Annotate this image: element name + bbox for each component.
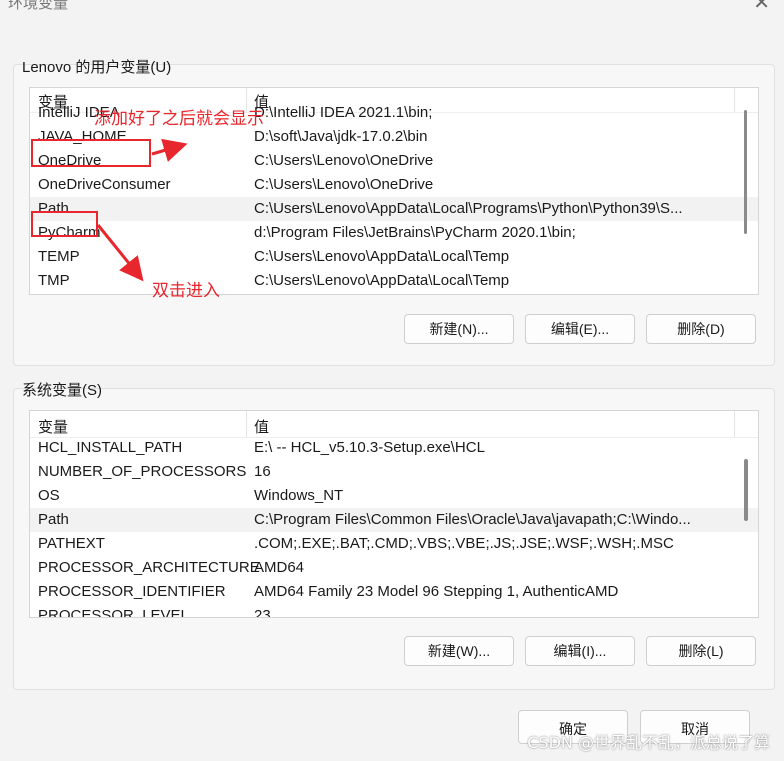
- table-row-selected[interactable]: Path C:\Users\Lenovo\AppData\Local\Progra…: [30, 197, 758, 221]
- table-row[interactable]: TMP C:\Users\Lenovo\AppData\Local\Temp: [30, 269, 758, 293]
- highlight-box-java-home: [31, 139, 151, 167]
- table-row[interactable]: NUMBER_OF_PROCESSORS 16: [30, 460, 758, 484]
- table-row[interactable]: OneDriveConsumer C:\Users\Lenovo\OneDrive: [30, 173, 758, 197]
- list-header: 变量 值: [30, 411, 758, 438]
- column-header-variable[interactable]: 变量: [38, 416, 68, 437]
- watermark-text: CSDN @世界乱不乱，派总说了算: [527, 733, 770, 752]
- table-row-selected[interactable]: Path C:\Program Files\Common Files\Oracle…: [30, 508, 758, 532]
- highlight-box-path: [31, 211, 98, 237]
- table-row[interactable]: HCL_INSTALL_PATH E:\ -- HCL_v5.10.3-Setup…: [30, 436, 758, 460]
- table-row[interactable]: PyCharm d:\Program Files\JetBrains\PyChar…: [30, 221, 758, 245]
- table-row[interactable]: PROCESSOR_IDENTIFIER AMD64 Family 23 Mode…: [30, 580, 758, 604]
- annotation-double-click-note: 双击进入: [152, 281, 220, 301]
- close-icon[interactable]: ✕: [753, 0, 770, 15]
- table-row[interactable]: PROCESSOR_ARCHITECTURE AMD64: [30, 556, 758, 580]
- system-edit-button[interactable]: 编辑(I)...: [525, 636, 635, 666]
- vertical-scrollbar[interactable]: [744, 110, 747, 234]
- table-row[interactable]: PATHEXT .COM;.EXE;.BAT;.CMD;.VBS;.VBE;.JS…: [30, 532, 758, 556]
- system-new-button[interactable]: 新建(W)...: [404, 636, 514, 666]
- system-delete-button[interactable]: 删除(L): [646, 636, 756, 666]
- table-row[interactable]: PROCESSOR_LEVEL 23: [30, 604, 758, 617]
- user-edit-button[interactable]: 编辑(E)...: [525, 314, 635, 344]
- column-header-value[interactable]: 值: [254, 416, 269, 437]
- table-row[interactable]: TEMP C:\Users\Lenovo\AppData\Local\Temp: [30, 245, 758, 269]
- user-delete-button[interactable]: 删除(D): [646, 314, 756, 344]
- user-variables-label: Lenovo 的用户变量(U): [22, 59, 172, 76]
- system-variables-list[interactable]: 变量 值 HCL_INSTALL_PATH E:\ -- HCL_v5.10.3-…: [29, 410, 759, 618]
- table-row[interactable]: OS Windows_NT: [30, 484, 758, 508]
- vertical-scrollbar[interactable]: [744, 459, 748, 521]
- annotation-added-note: 添加好了之后就会显示: [94, 109, 264, 129]
- title-bar: 环境变量 ✕: [0, 0, 784, 24]
- window-title: 环境变量: [8, 0, 69, 12]
- system-variables-label: 系统变量(S): [22, 382, 102, 399]
- user-new-button[interactable]: 新建(N)...: [404, 314, 514, 344]
